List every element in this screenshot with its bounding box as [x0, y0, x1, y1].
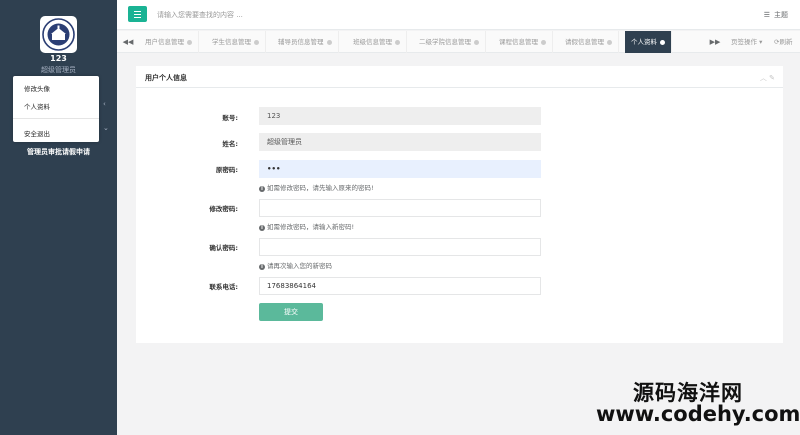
- tab-profile[interactable]: 个人资料: [625, 31, 672, 53]
- new-password-field[interactable]: [259, 199, 541, 217]
- university-logo-icon: [42, 18, 75, 51]
- search-input[interactable]: 请输入您需要查找的内容 ...: [157, 10, 243, 20]
- info-icon: i: [259, 264, 265, 270]
- tabs-prev-icon[interactable]: ◀◀: [119, 31, 137, 53]
- panel-tools: ︿ ✎: [760, 73, 775, 83]
- panel-title: 用户个人信息: [145, 74, 187, 82]
- tabs-bar: ◀◀ 用户信息管理 学生信息管理 辅导员信息管理 班级信息管理 二级学院信息管理…: [117, 31, 800, 53]
- sidebar-item-leave-approval[interactable]: 管理员审批请假申请: [27, 147, 90, 157]
- close-icon[interactable]: [607, 39, 612, 45]
- close-icon[interactable]: [326, 39, 332, 45]
- old-password-hint: i 如需修改密码，请先输入原来的密码!: [259, 182, 374, 192]
- user-role: 超级管理员: [41, 66, 76, 74]
- wrench-icon[interactable]: ✎: [769, 74, 775, 82]
- close-icon[interactable]: [660, 39, 665, 45]
- info-icon: i: [259, 186, 265, 192]
- name-field: 超级管理员: [259, 133, 541, 151]
- menu-item-profile[interactable]: 个人资料: [24, 101, 50, 111]
- chevron-down-icon[interactable]: ⌄: [103, 124, 109, 132]
- menu-toggle-button[interactable]: [128, 6, 147, 22]
- panel-header: 用户个人信息 ︿ ✎: [136, 66, 783, 88]
- account-field: 123: [259, 107, 541, 125]
- watermark-url: www.codehy.com: [596, 402, 800, 426]
- close-icon[interactable]: [395, 39, 400, 45]
- info-icon: i: [259, 225, 265, 231]
- chevron-left-icon[interactable]: ‹: [103, 100, 106, 108]
- tabs-next-icon[interactable]: ▶▶: [706, 31, 724, 53]
- menu-item-logout[interactable]: 安全退出: [24, 128, 50, 138]
- user-dropdown-menu: 修改头像 个人资料 安全退出: [13, 76, 99, 142]
- old-password-label: 原密码:: [215, 166, 238, 174]
- page-ops-dropdown[interactable]: 页签操作 ▾: [731, 31, 762, 53]
- tab-college-info[interactable]: 二级学院信息管理: [413, 31, 486, 53]
- tab-user-info[interactable]: 用户信息管理: [139, 31, 199, 53]
- avatar[interactable]: [40, 16, 77, 53]
- hamburger-icon: [134, 10, 141, 12]
- close-icon[interactable]: [254, 39, 259, 45]
- close-icon[interactable]: [187, 39, 192, 45]
- phone-field[interactable]: 17683864164: [259, 277, 541, 295]
- menu-divider: [13, 118, 99, 119]
- collapse-icon[interactable]: ︿: [760, 74, 767, 82]
- new-password-hint: i 如需修改密码，请输入新密码!: [259, 221, 354, 231]
- name-label: 姓名:: [222, 140, 238, 148]
- top-navbar: 请输入您需要查找的内容 ... ☰ 主题: [117, 0, 800, 30]
- tab-course-info[interactable]: 课程信息管理: [493, 31, 553, 53]
- tab-class-info[interactable]: 班级信息管理: [347, 31, 407, 53]
- phone-label: 联系电话:: [209, 283, 238, 291]
- menu-item-change-avatar[interactable]: 修改头像: [24, 83, 50, 93]
- user-name[interactable]: 123: [0, 54, 117, 63]
- list-icon: ☰: [763, 11, 770, 19]
- close-icon[interactable]: [541, 39, 546, 45]
- tab-counselor-info[interactable]: 辅导员信息管理: [272, 31, 339, 53]
- submit-button[interactable]: 提交: [259, 303, 323, 321]
- confirm-password-field[interactable]: [259, 238, 541, 256]
- theme-label: 主题: [774, 11, 788, 19]
- account-label: 账号:: [222, 114, 238, 122]
- tab-leave-info[interactable]: 请假信息管理: [559, 31, 619, 53]
- refresh-button[interactable]: ⟳刷新: [774, 31, 792, 53]
- tab-student-info[interactable]: 学生信息管理: [206, 31, 266, 53]
- confirm-password-hint: i 请再次输入您的新密码: [259, 260, 332, 270]
- confirm-password-label: 确认密码:: [209, 244, 238, 252]
- close-icon[interactable]: [474, 39, 479, 45]
- sidebar: 123 超级管理员 修改头像 个人资料 安全退出 ‹ ⌄ 管理员审批请假申请: [0, 0, 117, 435]
- old-password-field[interactable]: •••: [259, 160, 541, 178]
- new-password-label: 修改密码:: [209, 205, 238, 213]
- caret-down-icon: ▾: [759, 38, 763, 46]
- theme-button[interactable]: ☰ 主题: [764, 10, 788, 20]
